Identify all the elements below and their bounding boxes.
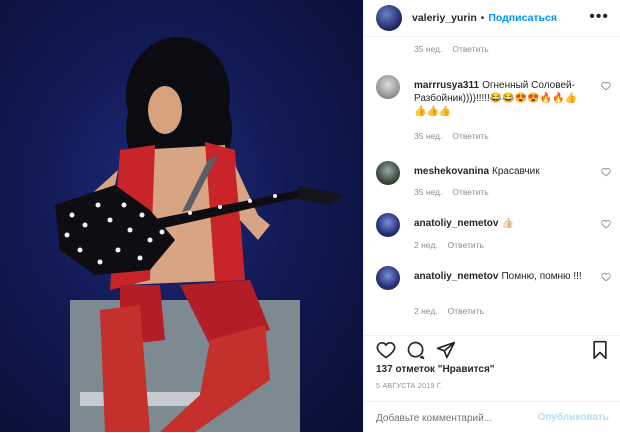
comment-meta: 35 нед. Ответить xyxy=(414,131,489,141)
comment-meta: 2 нед. Ответить xyxy=(414,306,484,316)
photo-illustration xyxy=(55,37,345,432)
comment-username[interactable]: meshekovanina xyxy=(414,166,489,177)
comment-time: 2 нед. xyxy=(414,240,438,250)
comment-like-icon[interactable] xyxy=(601,81,611,91)
comment-meta: 2 нед. Ответить xyxy=(414,240,484,250)
author-avatar[interactable] xyxy=(376,5,402,31)
guitar-headstock xyxy=(298,186,345,205)
comment-item: anatoliy_nemetov 👍🏻 2 нед. Ответить xyxy=(376,213,611,253)
comment-item: marrrusya311 Огненный Соловей-Разбойник))… xyxy=(376,75,611,147)
heart-icon[interactable] xyxy=(376,340,396,360)
comment-meta: 35 нед. Ответить xyxy=(414,187,489,197)
comment-item: meshekovanina Красавчик 35 нед. Ответить xyxy=(376,161,611,201)
comment-avatar[interactable] xyxy=(376,161,400,185)
comment-item: 35 нед. Ответить xyxy=(376,37,611,59)
comment-time: 35 нед. xyxy=(414,131,443,141)
comment-like-icon[interactable] xyxy=(601,167,611,177)
more-options-icon[interactable]: ••• xyxy=(589,8,609,26)
add-comment-input[interactable] xyxy=(376,411,526,425)
comment-username[interactable]: anatoliy_nemetov xyxy=(414,218,498,229)
author-username[interactable]: valeriy_yurin xyxy=(412,12,477,24)
bookmark-icon[interactable] xyxy=(590,340,610,360)
post-header: valeriy_yurin • Подписаться ••• xyxy=(364,0,620,37)
comment-text: 👍🏻 xyxy=(501,218,514,229)
follow-button[interactable]: Подписаться xyxy=(488,12,557,24)
comment-icon[interactable] xyxy=(406,340,426,360)
comment-text: Красавчик xyxy=(492,166,540,177)
post-date: 5 АВГУСТА 2019 Г. xyxy=(376,383,443,390)
reply-button[interactable]: Ответить xyxy=(452,131,488,141)
header-separator: • xyxy=(480,12,485,24)
reply-button[interactable]: Ответить xyxy=(448,240,484,250)
post-side-panel: valeriy_yurin • Подписаться ••• 35 нед. … xyxy=(363,0,620,432)
reply-button[interactable]: Ответить xyxy=(452,187,488,197)
comment-item: anatoliy_nemetov Помню, помню !!! 2 нед. … xyxy=(376,266,611,322)
comment-time: 2 нед. xyxy=(414,306,438,316)
comment-body: anatoliy_nemetov Помню, помню !!! xyxy=(414,270,584,283)
face xyxy=(148,86,182,134)
comment-avatar[interactable] xyxy=(376,75,400,99)
comment-like-icon[interactable] xyxy=(601,219,611,229)
comment-body: anatoliy_nemetov 👍🏻 xyxy=(414,217,584,230)
comment-username[interactable]: marrrusya311 xyxy=(414,80,479,91)
comment-meta: 35 нед. Ответить xyxy=(414,44,489,54)
comment-username[interactable]: anatoliy_nemetov xyxy=(414,271,498,282)
comment-body: meshekovanina Красавчик xyxy=(414,165,584,178)
comment-like-icon[interactable] xyxy=(601,272,611,282)
comment-avatar[interactable] xyxy=(376,213,400,237)
comment-time: 35 нед. xyxy=(414,187,443,197)
likes-count[interactable]: 137 отметок "Нравится" xyxy=(376,364,495,375)
post-photo[interactable] xyxy=(0,0,363,432)
post-actions xyxy=(364,335,620,364)
comment-body: marrrusya311 Огненный Соловей-Разбойник))… xyxy=(414,79,584,118)
comment-time: 35 нед. xyxy=(414,44,443,54)
reply-button[interactable]: Ответить xyxy=(452,44,488,54)
comment-avatar[interactable] xyxy=(376,266,400,290)
share-icon[interactable] xyxy=(436,340,456,360)
comment-text: Помню, помню !!! xyxy=(501,271,582,282)
add-comment-bar: Опубликовать xyxy=(364,401,620,433)
reply-button[interactable]: Ответить xyxy=(448,306,484,316)
comments-list[interactable]: 35 нед. Ответить marrrusya311 Огненный Со… xyxy=(364,37,620,332)
publish-button[interactable]: Опубликовать xyxy=(538,412,609,423)
